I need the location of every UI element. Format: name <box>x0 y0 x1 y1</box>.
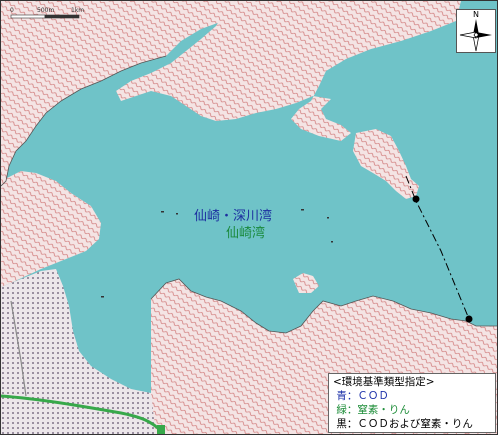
legend-title: <環境基準類型指定> <box>333 376 435 388</box>
boundary-point-north <box>412 195 420 203</box>
green-marker <box>157 425 165 434</box>
scale-tick-0: 0 <box>10 7 14 14</box>
legend-row-both: 黒：ＣＯＤおよび窒素・りん <box>333 417 491 431</box>
legend-sep: ： <box>346 404 358 416</box>
legend-value: ＣＯＤ <box>357 390 389 402</box>
legend-sep: ： <box>346 418 358 430</box>
map-view[interactable]: 0 500m 1km N 仙崎・深川湾 仙崎湾 <環境基準類型指定> 青：ＣＯＤ… <box>0 0 498 435</box>
boundary-point-south <box>465 315 473 323</box>
legend-sep: ： <box>346 390 358 402</box>
land-west-peninsula <box>1 171 101 287</box>
compass-rose-icon <box>459 19 492 52</box>
land-island-east <box>353 129 419 199</box>
legend-key: 青 <box>336 390 347 402</box>
scale-bar: 0 500m 1km <box>9 7 84 21</box>
legend-row-cod: 青：ＣＯＤ <box>333 389 491 403</box>
north-arrow: N <box>456 9 496 53</box>
legend-value: 窒素・りん <box>357 404 410 416</box>
scale-tick-500m: 500m <box>37 7 55 14</box>
land-town <box>1 269 156 434</box>
legend-key: 黒 <box>336 418 347 430</box>
legend-value: ＣＯＤおよび窒素・りん <box>357 418 473 430</box>
legend: <環境基準類型指定> 青：ＣＯＤ 緑：窒素・りん 黒：ＣＯＤおよび窒素・りん <box>328 373 496 433</box>
legend-row-nitrogen-phosphorus: 緑：窒素・りん <box>333 403 491 417</box>
land-islet <box>293 273 319 293</box>
bay-label-sub: 仙崎湾 <box>226 226 266 241</box>
legend-key: 緑 <box>336 404 347 416</box>
scale-tick-1km: 1km <box>71 7 85 14</box>
